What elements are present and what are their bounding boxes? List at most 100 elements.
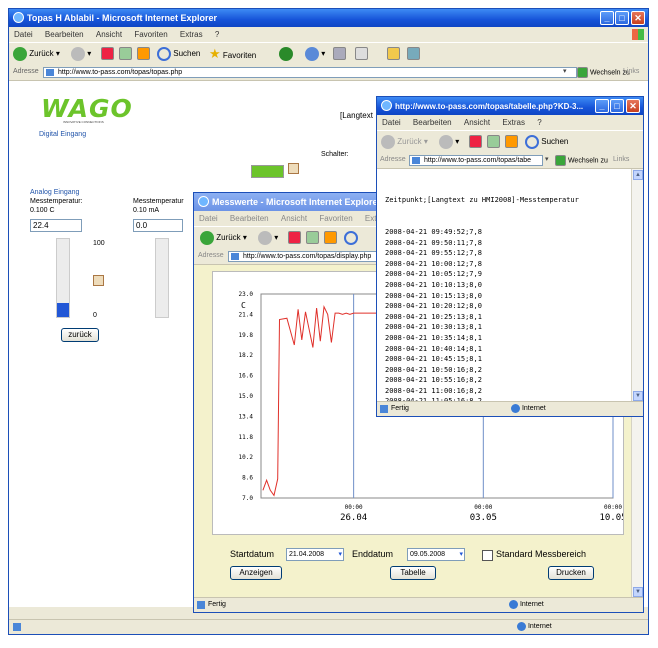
menu-datei[interactable]: Datei [14,30,33,39]
print-chart-button[interactable]: Drucken [548,566,594,580]
home-button[interactable] [137,46,150,62]
show-button[interactable]: Anzeigen [230,566,282,580]
scale-max-label: 100 [93,240,105,247]
close-button[interactable]: ✕ [626,99,640,113]
main-status-zone: Internet [517,620,552,634]
links-label[interactable]: Links [613,156,629,163]
menu-ansicht[interactable]: Ansicht [464,118,490,127]
menu-bearbeiten[interactable]: Bearbeiten [45,30,84,39]
main-window-title: Topas H Ablabil - Microsoft Internet Exp… [27,13,218,23]
printer-icon [333,47,346,61]
stop-button[interactable] [101,46,114,62]
menu-ansicht[interactable]: Ansicht [281,214,307,223]
print-button[interactable] [333,46,346,62]
home-button[interactable] [324,230,337,246]
home-icon [505,135,518,149]
address-label: Adresse [198,252,224,259]
chart-window-title: Messwerte - Microsoft Internet Explorer [212,197,382,207]
menu-datei[interactable]: Datei [382,118,401,127]
forward-arrow-icon [439,134,453,149]
scale-min-label: 0 [93,312,97,319]
main-title-bar[interactable]: Topas H Ablabil - Microsoft Internet Exp… [9,9,648,27]
mail-button[interactable]: ▾ [305,46,325,62]
table-row: 2008-04-21 10:35:14;8,1 [385,333,482,342]
refresh-button[interactable] [487,134,500,150]
scroll-down-arrow[interactable]: ▼ [633,587,643,597]
refresh-button[interactable] [306,230,319,246]
messenger-button[interactable] [407,46,420,62]
menu-datei[interactable]: Datei [199,214,218,223]
back-button[interactable]: Zurück ▾ [381,134,428,150]
stop-button[interactable] [469,134,482,150]
table-scrollbar[interactable]: ▲ ▼ [631,169,643,402]
address-dropdown-icon[interactable]: ▾ [545,155,549,163]
dropdown-arrow-icon: ▾ [338,551,342,558]
ie-icon [381,100,392,111]
maximize-button[interactable]: □ [615,11,629,25]
forward-button[interactable]: ▾ [258,230,278,246]
menu-favoriten[interactable]: Favoriten [134,30,167,39]
menu-help[interactable]: ? [215,30,219,39]
table-row: 2008-04-21 10:55:16;8,2 [385,376,482,385]
end-date-select[interactable]: 09.05.2008 ▾ [407,548,465,561]
ie-icon [198,196,209,207]
col2-level-bar [155,238,169,318]
col1-value-field[interactable]: 22.4 [30,219,82,232]
stop-button[interactable] [288,230,301,246]
digital-input-heading: Digital Eingang [39,131,87,138]
search-button[interactable]: Suchen [157,46,200,62]
scroll-up-arrow[interactable]: ▲ [633,170,643,180]
start-date-select[interactable]: 21.04.2008 ▾ [286,548,344,561]
back-arrow-icon [13,46,27,61]
back-arrow-icon [200,230,214,245]
search-button[interactable] [344,230,358,246]
favorites-button[interactable]: ★ Favoriten [209,46,256,62]
go-button[interactable]: Wechseln zu [577,67,630,78]
back-arrow-icon [381,134,395,149]
address-input[interactable]: http://www.to-pass.com/topas/topas.php [43,67,577,78]
y-tick-label: 11.8 [239,434,254,441]
address-input[interactable]: http://www.to-pass.com/topas/tabe [409,155,543,166]
forward-button[interactable]: ▾ [439,134,459,150]
menu-extras[interactable]: Extras [180,30,203,39]
edit-scale-icon[interactable] [93,275,104,286]
menu-extras[interactable]: Extras [502,118,525,127]
table-row: 2008-04-21 10:50:16;8,2 [385,365,482,374]
menu-help[interactable]: ? [537,118,541,127]
menu-favoriten[interactable]: Favoriten [319,214,352,223]
switch-toggle-icon[interactable] [288,163,299,174]
table-window-title: http://www.to-pass.com/topas/tabelle.php… [395,102,584,111]
minimize-button[interactable]: _ [595,99,609,113]
folder-button[interactable] [387,46,400,62]
edit-button[interactable] [355,46,368,62]
table-button[interactable]: Tabelle [390,566,436,580]
refresh-button[interactable] [119,46,132,62]
table-row: 2008-04-21 10:25:13;8,1 [385,312,482,321]
table-row: 2008-04-21 10:05:12;7,9 [385,270,482,279]
back-button[interactable]: Zurück ▾ [13,46,60,62]
home-button[interactable] [505,134,518,150]
col2-value-field[interactable]: 0.0 [133,219,183,232]
back-button[interactable]: Zurück ▾ [200,230,247,246]
col2-unit: 0.10 mA [133,207,160,214]
back-zurueck-button[interactable]: zurück [61,328,99,342]
close-button[interactable]: ✕ [631,11,645,25]
minimize-button[interactable]: _ [600,11,614,25]
maximize-button[interactable]: □ [610,99,624,113]
switch-indicator [251,165,284,178]
folder-icon [387,47,400,61]
standard-range-checkbox[interactable] [482,550,493,561]
forward-button[interactable]: ▾ [71,46,91,62]
links-label[interactable]: Links [623,68,639,75]
globe-icon [517,621,526,631]
search-button[interactable]: Suchen [525,134,568,150]
scroll-down-arrow[interactable]: ▼ [633,391,643,401]
go-button[interactable]: Wechseln zu [555,155,608,166]
page-icon [197,601,205,609]
menu-bearbeiten[interactable]: Bearbeiten [413,118,452,127]
history-button[interactable] [279,46,293,62]
address-dropdown-icon[interactable]: ▾ [563,67,567,75]
y-tick-label: 16.6 [239,373,254,380]
menu-ansicht[interactable]: Ansicht [96,30,122,39]
menu-bearbeiten[interactable]: Bearbeiten [230,214,269,223]
